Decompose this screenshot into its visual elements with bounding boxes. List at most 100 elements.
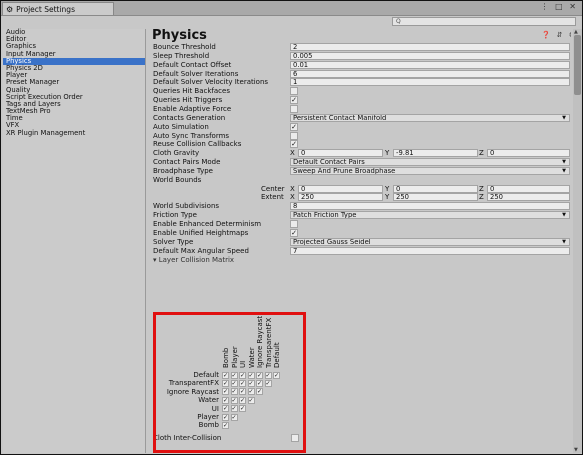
vector-y-field[interactable]: 0 (393, 184, 478, 193)
axis-label-z: Z (479, 184, 484, 193)
dropdown-value: Patch Friction Type (293, 211, 357, 220)
matrix-checkbox[interactable]: ✓ (256, 388, 263, 396)
matrix-checkbox[interactable]: ✓ (230, 396, 238, 404)
value-field[interactable]: 1 (290, 78, 570, 87)
matrix-checkbox[interactable]: ✓ (256, 371, 263, 379)
matrix-row-label: Default (193, 371, 219, 379)
matrix-checkbox[interactable]: ✓ (230, 413, 238, 421)
checkbox[interactable]: ✓ (290, 140, 298, 149)
matrix-checkbox[interactable]: ✓ (222, 371, 229, 379)
dropdown-field[interactable]: Persistent Contact Manifold ▼ (290, 113, 570, 122)
vector-y-field[interactable]: -9.81 (393, 149, 478, 158)
property-row: Center X 0 Y 0 Z 0 (153, 184, 571, 194)
checkbox[interactable]: ✓ (290, 122, 298, 131)
search-input[interactable]: Q (392, 17, 576, 26)
value-field[interactable]: 7 (290, 246, 570, 255)
vector-x-field[interactable]: 0 (298, 184, 383, 193)
vector-z-field[interactable]: 0 (487, 149, 570, 158)
scroll-down-icon[interactable]: ▼ (574, 447, 578, 453)
matrix-checkbox[interactable]: ✓ (222, 405, 229, 413)
matrix-checkbox[interactable]: ✓ (222, 413, 229, 421)
value-field[interactable]: 8 (290, 202, 570, 211)
checkbox[interactable] (290, 131, 298, 140)
dropdown-field[interactable]: Sweep And Prune Broadphase ▼ (290, 166, 570, 175)
checkbox[interactable] (291, 434, 299, 442)
property-row: Queries Hit Backfaces (153, 87, 571, 96)
sidebar-item-textmesh-pro[interactable]: TextMesh Pro (3, 107, 145, 115)
matrix-row-label: Ignore Raycast (166, 387, 219, 396)
matrix-checkbox[interactable]: ✓ (222, 421, 229, 429)
matrix-checkbox[interactable]: ✓ (239, 371, 246, 379)
matrix-checkbox[interactable]: ✓ (247, 396, 255, 404)
matrix-checkbox[interactable]: ✓ (230, 371, 238, 379)
property-row: Default Max Angular Speed 7 (153, 246, 571, 256)
vector-y-field[interactable]: 250 (393, 193, 478, 202)
chevron-down-icon: ▼ (562, 114, 566, 121)
vector-z-field[interactable]: 250 (487, 193, 570, 202)
window-controls[interactable]: ⋮ □ ✕ (541, 2, 578, 11)
property-label: Bounce Threshold (153, 43, 216, 51)
vector-x-field[interactable]: 250 (298, 193, 383, 202)
matrix-checkbox[interactable]: ✓ (273, 371, 280, 379)
header-icons[interactable]: ❓ ⇵ ⚙ (542, 31, 571, 39)
matrix-checkbox[interactable]: ✓ (264, 371, 272, 379)
chevron-down-icon: ▼ (562, 159, 566, 166)
matrix-row-label: Water (198, 396, 219, 405)
value-field[interactable]: 0.01 (290, 60, 570, 69)
property-label: Solver Type (153, 237, 194, 246)
matrix-row-label: Bomb (198, 421, 219, 430)
value-field[interactable]: 6 (290, 69, 570, 78)
matrix-checkbox[interactable]: ✓ (230, 379, 238, 387)
sidebar-item-time[interactable]: Time (3, 115, 145, 122)
checkbox[interactable] (290, 220, 298, 228)
matrix-checkbox[interactable]: ✓ (222, 388, 229, 396)
matrix-checkbox[interactable]: ✓ (230, 405, 238, 413)
matrix-checkbox[interactable]: ✓ (239, 396, 246, 404)
property-label: Sleep Threshold (153, 51, 210, 60)
dropdown-field[interactable]: Projected Gauss Seidel ▼ (290, 237, 570, 246)
matrix-checkbox[interactable]: ✓ (247, 379, 255, 387)
scroll-thumb[interactable] (574, 35, 581, 95)
property-label: Reuse Collision Callbacks (153, 140, 242, 149)
matrix-column-label: Water (247, 347, 256, 368)
matrix-checkbox[interactable]: ✓ (247, 371, 255, 379)
matrix-checkbox[interactable]: ✓ (247, 388, 255, 396)
matrix-checkbox[interactable]: ✓ (239, 379, 246, 387)
scrollbar[interactable]: ▲ ▼ (573, 29, 582, 453)
checkbox[interactable] (290, 87, 298, 96)
dropdown-value: Persistent Contact Manifold (293, 113, 387, 122)
gear-icon: ⚙ (6, 4, 14, 14)
dropdown-field[interactable]: Patch Friction Type ▼ (290, 211, 570, 220)
matrix-column-label: Default (273, 342, 281, 368)
sidebar-item-xr-plugin-management[interactable]: XR Plugin Management (3, 129, 145, 137)
property-row: Broadphase Type Sweep And Prune Broadphas… (153, 166, 571, 176)
matrix-checkbox[interactable]: ✓ (256, 379, 263, 387)
chevron-down-icon: ▼ (562, 212, 566, 219)
axis-label-y: Y (385, 184, 390, 193)
property-row: Queries Hit Triggers ✓ (153, 96, 571, 105)
property-row: Enable Unified Heightmaps ✓ (153, 228, 571, 238)
matrix-checkbox[interactable]: ✓ (222, 396, 229, 404)
dropdown-field[interactable]: Default Contact Pairs ▼ (290, 158, 570, 167)
property-label: Enable Unified Heightmaps (153, 228, 249, 237)
property-label: Cloth Gravity (153, 149, 200, 158)
property-label: Friction Type (153, 211, 197, 220)
matrix-checkbox[interactable]: ✓ (239, 388, 246, 396)
matrix-checkbox[interactable]: ✓ (264, 379, 272, 387)
tab-project-settings[interactable]: ⚙ Project Settings (2, 2, 114, 15)
property-row: Default Solver Iterations 6 (153, 69, 571, 79)
vector-z-field[interactable]: 0 (487, 184, 570, 193)
vector-x-field[interactable]: 0 (298, 149, 383, 158)
property-label: Cloth Inter-Collision (153, 434, 222, 442)
value-field[interactable]: 2 (290, 43, 570, 51)
checkbox[interactable] (290, 104, 298, 113)
matrix-checkbox[interactable]: ✓ (239, 405, 246, 413)
checkbox[interactable]: ✓ (290, 228, 298, 237)
matrix-column-label: Bomb (222, 347, 230, 368)
matrix-checkbox[interactable]: ✓ (230, 388, 238, 396)
matrix-checkbox[interactable]: ✓ (222, 379, 229, 387)
layer-collision-matrix-title[interactable]: ▾ Layer Collision Matrix (153, 256, 234, 264)
value-field[interactable]: 0.005 (290, 51, 570, 60)
checkbox[interactable]: ✓ (290, 96, 298, 105)
property-label: Broadphase Type (153, 166, 213, 175)
